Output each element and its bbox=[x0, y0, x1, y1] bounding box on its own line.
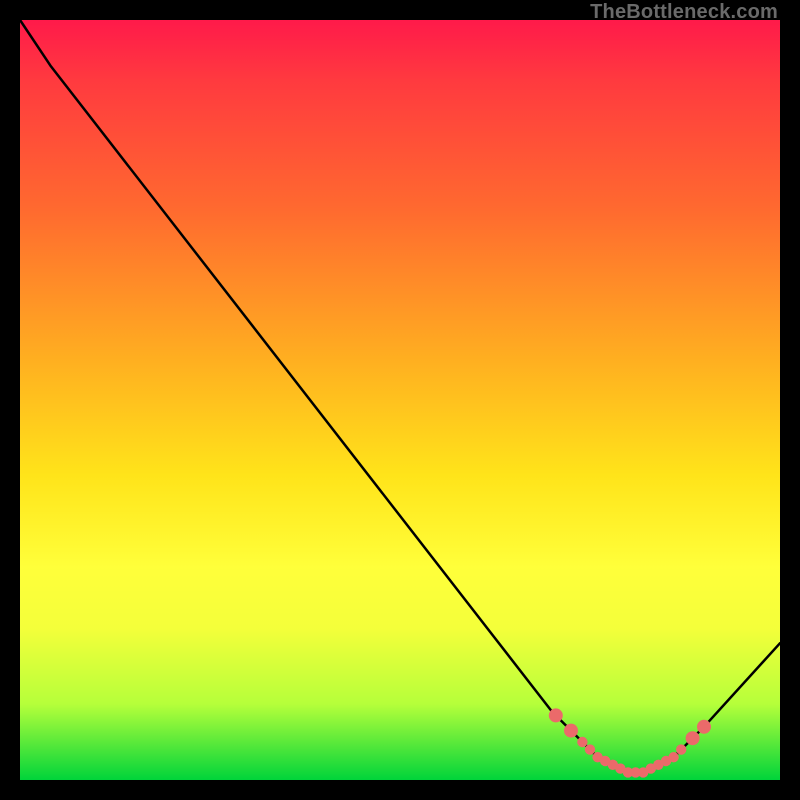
highlight-dot bbox=[585, 744, 595, 754]
highlight-dot bbox=[577, 737, 587, 747]
highlight-dot bbox=[697, 720, 711, 734]
highlight-dot bbox=[564, 724, 578, 738]
highlight-dot bbox=[549, 708, 563, 722]
curve-line bbox=[20, 20, 780, 772]
highlight-dot bbox=[676, 744, 686, 754]
highlight-dot bbox=[686, 731, 700, 745]
bottleneck-curve bbox=[20, 20, 780, 780]
highlight-dot bbox=[668, 752, 678, 762]
chart-stage: TheBottleneck.com bbox=[0, 0, 800, 800]
plot-area bbox=[20, 20, 780, 780]
